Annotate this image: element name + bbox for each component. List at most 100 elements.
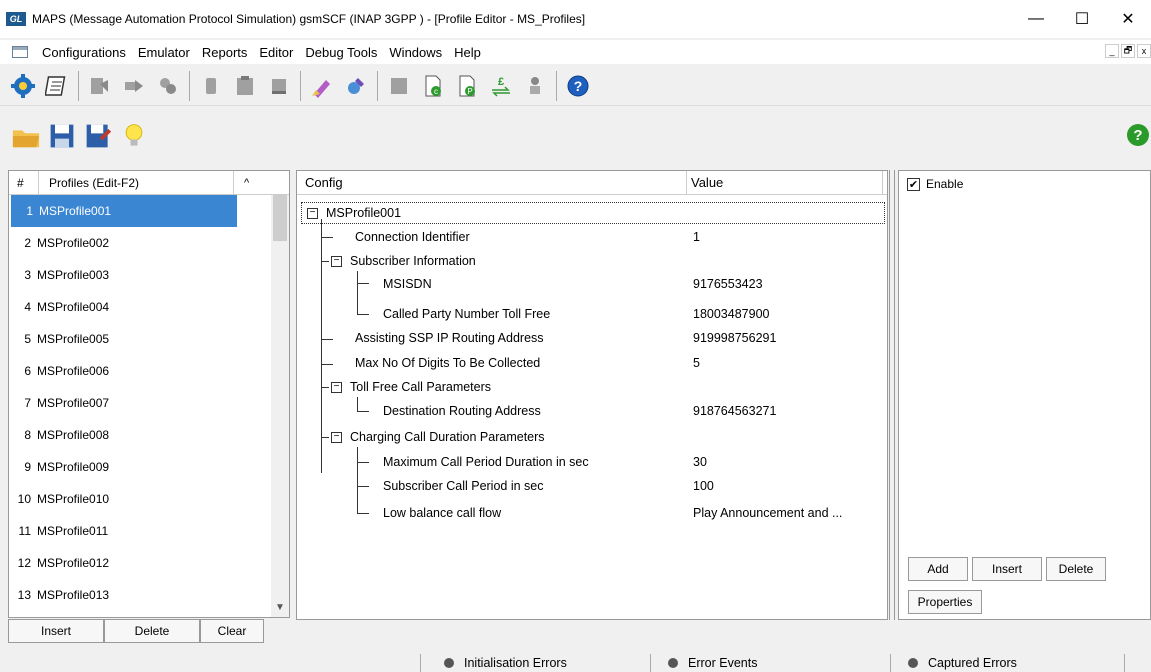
column-header-profiles[interactable]: Profiles (Edit-F2) (39, 171, 234, 194)
delete-profile-button[interactable]: Delete (104, 619, 200, 643)
menu-windows[interactable]: Windows (383, 45, 448, 60)
profile-row[interactable]: 6 MSProfile006 (9, 355, 271, 387)
tree-node-root[interactable]: − MSProfile001 (307, 201, 401, 225)
profile-row[interactable]: 5 MSProfile005 (9, 323, 271, 355)
tree-node-subscriber-call-period[interactable]: Subscriber Call Period in sec (383, 474, 544, 498)
status-error-events[interactable]: Error Events (668, 654, 757, 672)
menu-configurations[interactable]: Configurations (36, 45, 132, 60)
scrollbar-thumb[interactable] (273, 195, 287, 241)
collapse-icon[interactable]: − (307, 207, 318, 219)
insert-button[interactable]: Insert (972, 557, 1042, 581)
collapse-icon[interactable]: − (331, 381, 342, 393)
properties-button[interactable]: Properties (908, 590, 982, 614)
stop-icon[interactable] (265, 72, 293, 100)
add-button[interactable]: Add (908, 557, 968, 581)
value-subscriber-call-period[interactable]: 100 (693, 474, 714, 498)
profile-row[interactable]: 3 MSProfile003 (9, 259, 271, 291)
mdi-minimize-button[interactable]: _ (1105, 44, 1119, 58)
open-folder-icon[interactable] (10, 120, 42, 152)
column-header-value[interactable]: Value (687, 171, 883, 194)
profile-rows: 1 MSProfile001 2 MSProfile002 3 MSProfile003 4… (9, 195, 289, 611)
lightbulb-icon[interactable] (118, 120, 150, 152)
close-button[interactable]: ✕ (1105, 0, 1151, 38)
menu-emulator[interactable]: Emulator (132, 45, 196, 60)
profile-row[interactable]: 11 MSProfile011 (9, 515, 271, 547)
notepad-icon[interactable] (43, 72, 71, 100)
tree-node-max-digits[interactable]: Max No Of Digits To Be Collected (355, 351, 540, 375)
profile-row[interactable]: 1 MSProfile001 (11, 195, 237, 227)
tree-node-charging-parameters[interactable]: − Charging Call Duration Parameters (331, 425, 545, 449)
column-header-number[interactable]: # (9, 171, 39, 194)
scroll-up-arrow[interactable]: ^ (234, 177, 249, 189)
tree-node-toll-free-parameters[interactable]: − Toll Free Call Parameters (331, 375, 491, 399)
value-max-call-period[interactable]: 30 (693, 450, 707, 474)
status-initialisation-errors[interactable]: Initialisation Errors (444, 654, 567, 672)
profile-name: MSProfile013 (37, 588, 110, 602)
insert-profile-button[interactable]: Insert (8, 619, 104, 643)
panel-splitter[interactable] (889, 170, 895, 620)
clipboard-icon[interactable] (231, 72, 259, 100)
toolbar-separator (300, 70, 301, 101)
blank-toolbar-icon[interactable] (385, 72, 413, 100)
currency-convert-icon[interactable]: £ (487, 72, 515, 100)
profile-row[interactable]: 9 MSProfile009 (9, 451, 271, 483)
mdi-restore-button[interactable]: 🗗 (1121, 44, 1135, 58)
value-low-balance-call-flow[interactable]: Play Announcement and ... (693, 501, 842, 525)
profile-row[interactable]: 2 MSProfile002 (9, 227, 271, 259)
value-assisting-ssp[interactable]: 919998756291 (693, 326, 776, 350)
menu-editor[interactable]: Editor (253, 45, 299, 60)
clear-profiles-button[interactable]: Clear (200, 619, 264, 643)
column-header-config[interactable]: Config (297, 171, 687, 194)
profile-file-icon[interactable]: P (453, 72, 481, 100)
profile-row[interactable]: 13 MSProfile013 (9, 579, 271, 611)
profile-row[interactable]: 10 MSProfile010 (9, 483, 271, 515)
profile-row[interactable]: 4 MSProfile004 (9, 291, 271, 323)
edit-script-icon[interactable] (308, 72, 336, 100)
value-destination-routing[interactable]: 918764563271 (693, 399, 776, 423)
tree-node-assisting-ssp[interactable]: Assisting SSP IP Routing Address (355, 326, 544, 350)
tree-node-subscriber-information[interactable]: − Subscriber Information (331, 249, 476, 273)
value-called-party-number[interactable]: 18003487900 (693, 302, 769, 326)
save-as-icon[interactable] (82, 120, 114, 152)
save-icon[interactable] (46, 120, 78, 152)
tree-node-destination-routing[interactable]: Destination Routing Address (383, 399, 541, 423)
tree-node-msisdn[interactable]: MSISDN (383, 272, 432, 296)
delete-button[interactable]: Delete (1046, 557, 1106, 581)
value-msisdn[interactable]: 9176553423 (693, 272, 763, 296)
mdi-document-icon[interactable] (12, 46, 28, 58)
maximize-button[interactable]: ☐ (1059, 0, 1105, 38)
menu-help[interactable]: Help (448, 45, 487, 60)
call-flow-icon[interactable] (120, 72, 148, 100)
profile-row[interactable]: 7 MSProfile007 (9, 387, 271, 419)
value-max-digits[interactable]: 5 (693, 351, 700, 375)
call-generation-icon[interactable] (86, 72, 114, 100)
help-icon[interactable]: ? (564, 72, 592, 100)
profile-row[interactable]: 12 MSProfile012 (9, 547, 271, 579)
value-connection-identifier[interactable]: 1 (693, 225, 700, 249)
profile-number: 9 (24, 460, 31, 474)
mdi-close-button[interactable]: x (1137, 44, 1151, 58)
menu-reports[interactable]: Reports (196, 45, 254, 60)
capture-file-icon[interactable]: c (419, 72, 447, 100)
scroll-down-arrow-icon[interactable]: ▼ (275, 602, 285, 613)
profile-row[interactable]: 8 MSProfile008 (9, 419, 271, 451)
user-report-icon[interactable] (521, 72, 549, 100)
green-help-icon[interactable]: ? (1127, 124, 1149, 146)
script-tool-icon[interactable] (342, 72, 370, 100)
enable-checkbox[interactable]: ✔ (907, 177, 920, 191)
tree-node-max-call-period[interactable]: Maximum Call Period Duration in sec (383, 450, 589, 474)
tree-node-low-balance-call-flow[interactable]: Low balance call flow (383, 501, 501, 525)
tree-node-connection-identifier[interactable]: Connection Identifier (355, 225, 470, 249)
collapse-icon[interactable]: − (331, 431, 342, 443)
settings-gear-icon[interactable] (9, 72, 37, 100)
status-label: Error Events (688, 656, 758, 670)
status-captured-errors[interactable]: Captured Errors (908, 654, 1017, 672)
collapse-icon[interactable]: − (331, 255, 342, 267)
menu-debug-tools[interactable]: Debug Tools (299, 45, 383, 60)
minimize-button[interactable]: — (1013, 0, 1059, 38)
call-receive-icon[interactable] (154, 72, 182, 100)
phone-icon[interactable] (197, 72, 225, 100)
tree-label: MSISDN (383, 277, 432, 291)
tree-node-called-party-number[interactable]: Called Party Number Toll Free (383, 302, 550, 326)
profiles-scrollbar[interactable]: ▼ (271, 195, 289, 617)
